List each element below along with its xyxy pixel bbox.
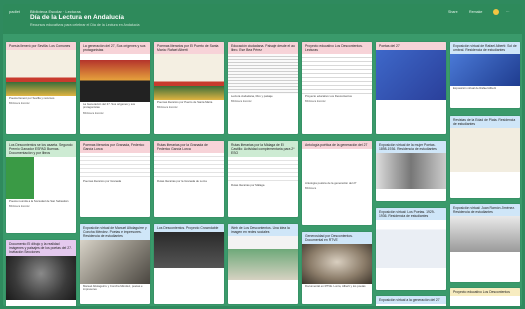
post-text: Manuel Altolaguirre y Concha Méndez, poe…: [83, 284, 143, 292]
more-icon[interactable]: ⋯: [506, 10, 510, 14]
post-text: Documental en RTVE. Lorca, Alberti y los…: [305, 284, 366, 288]
post-image[interactable]: [154, 153, 224, 179]
post-card[interactable]: Antología poética de la generación del 2…: [302, 141, 372, 225]
post-title: Generosidad por Descontentos. Documental…: [302, 232, 372, 244]
padlet-board: padlet Biblioteca Escolar · Lecturas Día…: [3, 4, 522, 306]
post-card[interactable]: Proyecto educativo Los Descontentos: [450, 288, 520, 306]
post-card[interactable]: Educación ciudadana. Paisaje desde el au…: [228, 42, 298, 134]
post-title: Proyecto educativo Los Descontentos. Lec…: [302, 42, 372, 54]
post-card[interactable]: Rutas literarias por la Málaga de El Cas…: [228, 141, 298, 217]
post-card[interactable]: Revistas de la Edad de Plata. Residencia…: [450, 116, 520, 198]
post-text: Rutas literarias por la Granada de Lorca: [157, 179, 207, 183]
post-text: Rutas literarias por Málaga: [231, 183, 265, 187]
post-text: Poemas literarios por Granada: [83, 179, 122, 183]
post-image[interactable]: [450, 128, 520, 172]
post-title: Exposición virtual: Los Poetas. 1929-193…: [376, 208, 446, 220]
post-title: Exposición virtual: Juan Ramón Jiménez. …: [450, 204, 520, 216]
post-author: Biblioteca Escolar: [231, 100, 252, 104]
post-image[interactable]: [228, 157, 298, 183]
post-image[interactable]: [6, 157, 76, 199]
post-image[interactable]: [80, 54, 150, 102]
post-card[interactable]: Poemas literarios por El Puerto de Santa…: [154, 42, 224, 134]
post-image[interactable]: [450, 216, 520, 252]
post-card[interactable]: Los Descontentos se los asaeta. Segundo …: [6, 141, 76, 233]
post-image[interactable]: [154, 232, 224, 268]
post-author: Biblioteca Escolar: [9, 205, 30, 209]
post-author: Biblioteca Escolar: [305, 100, 326, 104]
post-title: Los Descontentos se los asaeta. Segundo …: [6, 141, 76, 157]
share-button[interactable]: Share: [448, 10, 458, 14]
post-title: Los Descontentos. Proyecto Crowndable: [154, 224, 224, 232]
post-card[interactable]: Poetas del 27: [376, 42, 446, 134]
post-card[interactable]: Documento El dibujo y la realidad imágen…: [6, 240, 76, 306]
post-text: La Generación del 27. Sus orígenes y sus…: [83, 102, 136, 110]
post-title: Web de Los Descontentos. Una idea la ima…: [228, 224, 298, 236]
top-bar: padlet Biblioteca Escolar · Lecturas Día…: [3, 4, 522, 34]
post-image[interactable]: [6, 256, 76, 300]
post-title: Proyecto educativo Los Descontentos: [450, 288, 520, 296]
post-title: Educación ciudadana. Paisaje desde el au…: [228, 42, 298, 54]
post-title: Rutas literarias por la Granada de Feder…: [154, 141, 224, 153]
post-title: Documento El dibujo y la realidad imágen…: [6, 240, 76, 256]
post-image[interactable]: [154, 54, 224, 100]
post-image[interactable]: [450, 54, 520, 86]
post-title: Exposición virtual de Rafael Alberti: So…: [450, 42, 520, 54]
post-title: Exposición virtual de Manuel Altolaguirr…: [80, 224, 150, 240]
avatar[interactable]: [493, 9, 499, 15]
post-image[interactable]: [80, 240, 150, 284]
post-image[interactable]: [228, 54, 298, 94]
post-card[interactable]: La generación del 27, Sus orígenes y sus…: [80, 42, 150, 134]
post-card[interactable]: Rutas literarias por la Granada de Feder…: [154, 141, 224, 217]
post-card[interactable]: Exposición virtual a la generación del 2…: [376, 296, 446, 306]
post-title: Antología poética de la generación del 2…: [302, 141, 372, 149]
post-card[interactable]: Exposición virtual: Juan Ramón Jiménez. …: [450, 204, 520, 282]
post-card[interactable]: Exposición virtual de la mujer Poetas. 1…: [376, 141, 446, 201]
remake-button[interactable]: Remake: [469, 10, 482, 14]
post-image[interactable]: [376, 50, 446, 100]
post-text: Exposición virtual de Rafael Alberti: [453, 86, 497, 90]
post-title: Poesía lleneró por Sevilla: Los Comunes: [6, 42, 76, 50]
page-title: Día de la Lectura en Andalucía: [30, 14, 125, 21]
post-card[interactable]: Los Descontentos. Proyecto Crowndable: [154, 224, 224, 304]
post-title: Rutas literarias por la Málaga de El Cas…: [228, 141, 298, 157]
post-image[interactable]: [302, 54, 372, 94]
post-author: Biblioteca: [305, 187, 317, 191]
post-card[interactable]: Web de Los Descontentos. Una idea la ima…: [228, 224, 298, 304]
post-card[interactable]: Proyecto educativo Los Descontentos. Lec…: [302, 42, 372, 134]
post-card[interactable]: Generosidad por Descontentos. Documental…: [302, 232, 372, 304]
post-image[interactable]: [80, 153, 150, 179]
post-image[interactable]: [376, 153, 446, 189]
post-image[interactable]: [302, 244, 372, 284]
app-label[interactable]: padlet: [9, 9, 20, 14]
post-card[interactable]: Exposición virtual de Manuel Altolaguirr…: [80, 224, 150, 304]
post-image[interactable]: [376, 220, 446, 268]
post-title: Poemas literarios por Granada, Federico …: [80, 141, 150, 153]
post-author: Biblioteca Escolar: [157, 106, 178, 110]
page-subtitle: Recursos educativos para celebrar el Día…: [30, 23, 140, 27]
post-author: Biblioteca Escolar: [9, 102, 30, 106]
post-title: Poemas literarios por El Puerto de Santa…: [154, 42, 224, 54]
post-card[interactable]: Poemas literarios por Granada, Federico …: [80, 141, 150, 217]
post-image[interactable]: [6, 50, 76, 96]
post-title: La generación del 27, Sus orígenes y sus…: [80, 42, 150, 54]
post-card[interactable]: Exposición virtual: Los Poetas. 1929-193…: [376, 208, 446, 290]
post-image[interactable]: [228, 236, 298, 280]
post-title: Poetas del 27: [376, 42, 446, 50]
post-card[interactable]: Poesía lleneró por Sevilla: Los Comunes P…: [6, 42, 76, 134]
post-title: Exposición virtual a la generación del 2…: [376, 296, 446, 304]
post-author: Biblioteca Escolar: [83, 111, 104, 115]
post-title: Revistas de la Edad de Plata. Residencia…: [450, 116, 520, 128]
post-image[interactable]: [302, 149, 372, 181]
post-title: Exposición virtual de la mujer Poetas. 1…: [376, 141, 446, 153]
post-card[interactable]: Exposición virtual de Rafael Alberti: So…: [450, 42, 520, 108]
